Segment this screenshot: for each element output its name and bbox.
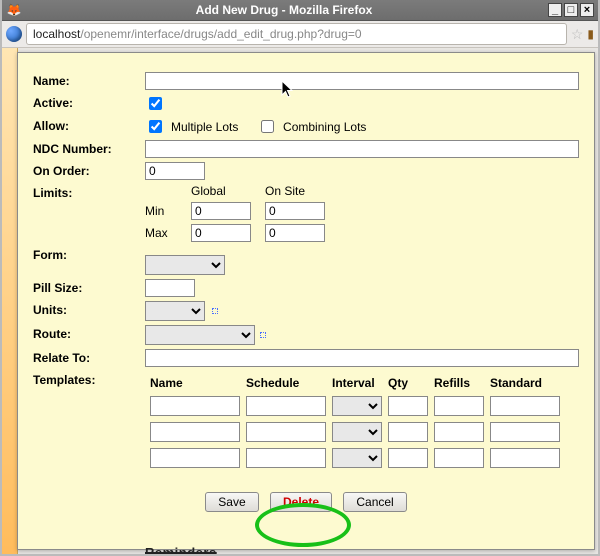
tmpl-header-interval: Interval <box>331 375 383 391</box>
titlebar: 🦊 Add New Drug - Mozilla Firefox _ □ × <box>2 0 598 21</box>
maximize-button[interactable]: □ <box>564 3 578 17</box>
units-select[interactable] <box>145 301 205 321</box>
tmpl-schedule-input[interactable] <box>246 422 326 442</box>
limits-min-onsite-input[interactable] <box>265 202 325 220</box>
allow-multiple-checkbox[interactable] <box>149 120 162 133</box>
label-pill-size: Pill Size: <box>32 278 144 298</box>
minimize-button[interactable]: _ <box>548 3 562 17</box>
label-limits: Limits: <box>32 183 144 243</box>
tmpl-header-refills: Refills <box>433 375 485 391</box>
allow-combining-label: Combining Lots <box>283 120 366 134</box>
name-input[interactable] <box>145 72 579 90</box>
form-select[interactable] <box>145 255 225 275</box>
table-row <box>149 421 561 443</box>
templates-table: Name Schedule Interval Qty Refills Stand… <box>145 371 565 473</box>
limits-max-onsite-input[interactable] <box>265 224 325 242</box>
tmpl-schedule-input[interactable] <box>246 396 326 416</box>
tmpl-header-name: Name <box>149 375 241 391</box>
tmpl-refills-input[interactable] <box>434 422 484 442</box>
limits-onsite-header: On Site <box>265 184 329 198</box>
label-templates: Templates: <box>32 370 144 474</box>
background-window-strip <box>2 48 18 554</box>
label-name: Name: <box>32 71 144 91</box>
tmpl-interval-select[interactable] <box>332 396 382 416</box>
tmpl-header-schedule: Schedule <box>245 375 327 391</box>
route-select[interactable] <box>145 325 255 345</box>
label-ndc: NDC Number: <box>32 139 144 159</box>
bookmark-star-icon[interactable]: ☆ <box>571 26 584 43</box>
tmpl-interval-select[interactable] <box>332 422 382 442</box>
drug-form: Name: Active: Allow: Multiple Lots Combi… <box>32 69 580 476</box>
background-reminders-header: Reminders <box>145 545 217 556</box>
allow-multiple-label: Multiple Lots <box>171 120 238 134</box>
label-route: Route: <box>32 324 144 346</box>
tmpl-qty-input[interactable] <box>388 396 428 416</box>
limits-grid: Global On Site Min Max <box>145 184 579 242</box>
dialog-buttons: Save Delete Cancel <box>32 492 580 512</box>
active-checkbox[interactable] <box>149 97 162 110</box>
add-drug-dialog: Name: Active: Allow: Multiple Lots Combi… <box>17 52 595 550</box>
limits-max-label: Max <box>145 226 181 240</box>
limits-min-global-input[interactable] <box>191 202 251 220</box>
cancel-button[interactable]: Cancel <box>343 492 406 512</box>
label-on-order: On Order: <box>32 161 144 181</box>
tmpl-header-qty: Qty <box>387 375 429 391</box>
tmpl-standard-input[interactable] <box>490 448 560 468</box>
firefox-window: 🦊 Add New Drug - Mozilla Firefox _ □ × l… <box>0 0 600 556</box>
delete-button[interactable]: Delete <box>270 492 332 512</box>
tmpl-header-standard: Standard <box>489 375 561 391</box>
save-button[interactable]: Save <box>205 492 258 512</box>
tmpl-standard-input[interactable] <box>490 422 560 442</box>
url-path: /openemr/interface/drugs/add_edit_drug.p… <box>80 27 361 41</box>
url-bar[interactable]: localhost/openemr/interface/drugs/add_ed… <box>26 23 567 45</box>
window-title: Add New Drug - Mozilla Firefox <box>22 3 546 17</box>
selection-handle-icon <box>260 332 266 338</box>
bookmarks-icon[interactable]: ▮ <box>587 27 594 41</box>
tmpl-refills-input[interactable] <box>434 396 484 416</box>
tmpl-interval-select[interactable] <box>332 448 382 468</box>
tmpl-qty-input[interactable] <box>388 422 428 442</box>
tmpl-qty-input[interactable] <box>388 448 428 468</box>
table-row <box>149 395 561 417</box>
label-allow: Allow: <box>32 116 144 137</box>
tmpl-schedule-input[interactable] <box>246 448 326 468</box>
tmpl-standard-input[interactable] <box>490 396 560 416</box>
tmpl-name-input[interactable] <box>150 448 240 468</box>
tmpl-refills-input[interactable] <box>434 448 484 468</box>
toolbar: localhost/openemr/interface/drugs/add_ed… <box>2 21 598 48</box>
table-row <box>149 447 561 469</box>
tmpl-name-input[interactable] <box>150 396 240 416</box>
label-active: Active: <box>32 93 144 114</box>
limits-max-global-input[interactable] <box>191 224 251 242</box>
relate-to-input[interactable] <box>145 349 579 367</box>
label-relate-to: Relate To: <box>32 348 144 368</box>
allow-combining-checkbox[interactable] <box>261 120 274 133</box>
tmpl-name-input[interactable] <box>150 422 240 442</box>
app-icon: 🦊 <box>6 3 22 17</box>
url-host: localhost <box>33 27 80 41</box>
on-order-input[interactable] <box>145 162 205 180</box>
globe-icon <box>6 26 22 42</box>
label-units: Units: <box>32 300 144 322</box>
ndc-input[interactable] <box>145 140 579 158</box>
selection-handle-icon <box>212 308 218 314</box>
limits-global-header: Global <box>191 184 255 198</box>
label-form: Form: <box>32 245 144 276</box>
close-button[interactable]: × <box>580 3 594 17</box>
pill-size-input[interactable] <box>145 279 195 297</box>
limits-min-label: Min <box>145 204 181 218</box>
